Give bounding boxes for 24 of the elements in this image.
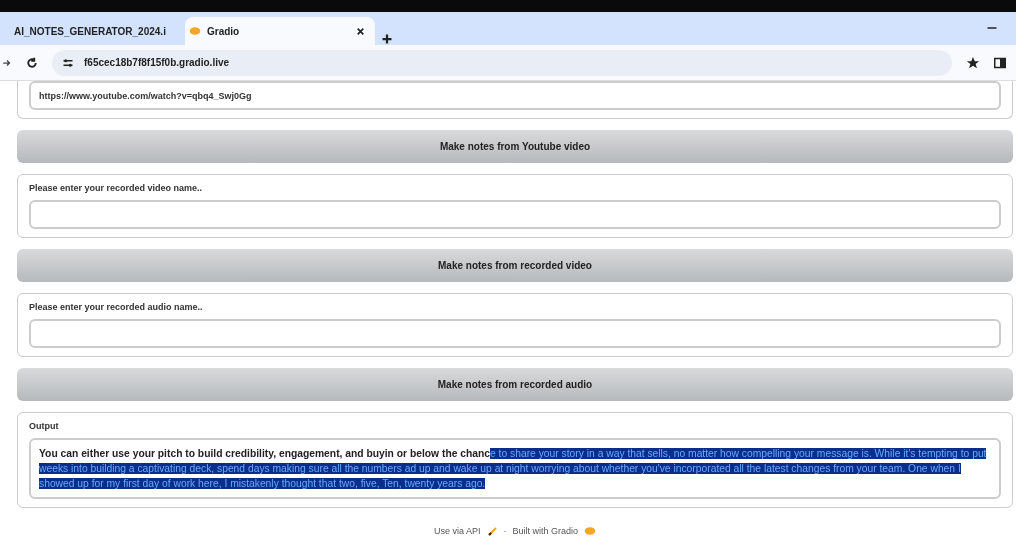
sidebar-icon	[994, 56, 1006, 69]
close-icon	[356, 26, 365, 36]
make-notes-button[interactable]: Make notes from Youtube video	[17, 130, 1013, 163]
url-field[interactable]: https://www.youtube.com/watch?v=qbq4_Swj0Gg	[29, 81, 1001, 110]
reload-icon	[26, 56, 38, 69]
browser-tab[interactable]: Gradio	[185, 17, 375, 45]
input-field[interactable]	[29, 319, 1001, 348]
browser-tab[interactable]: AI_NOTES_GENERATOR_2024.i	[4, 17, 179, 45]
plus-icon	[381, 33, 393, 45]
field-label: Please enter your recorded video name..	[29, 183, 204, 193]
input-field[interactable]	[29, 200, 1001, 229]
tune-icon	[62, 56, 74, 69]
separator: ·	[503, 526, 507, 536]
field-label: Please enter your recorded audio name..	[29, 302, 204, 312]
star-icon	[966, 55, 980, 70]
logo-icon	[584, 525, 597, 537]
logo-icon	[189, 25, 201, 37]
api-link[interactable]: Use via API	[433, 526, 481, 536]
gradio-link[interactable]: Built with Gradio	[512, 526, 579, 536]
make-notes-button[interactable]: Make notes from recorded audio	[17, 368, 1013, 401]
address-bar[interactable]: f65cec18b7f8f15f0b.gradio.live	[52, 49, 952, 76]
forward-icon	[2, 57, 12, 68]
output-label: Output	[29, 421, 60, 431]
make-notes-button[interactable]: Make notes from recorded video	[17, 249, 1013, 282]
